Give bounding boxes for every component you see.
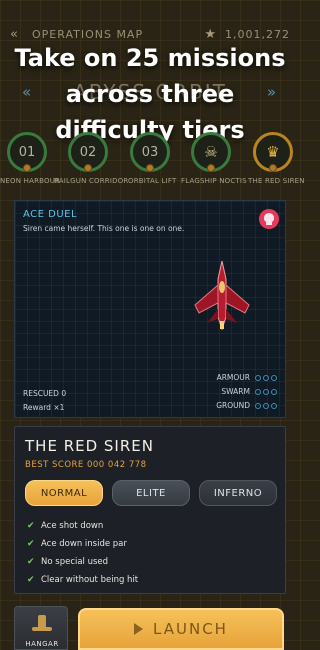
pip-icon [271,388,277,395]
objective-text: Ace down inside par [41,539,127,549]
boss-skull-icon [259,209,279,229]
threat-pips [255,402,277,409]
trophy-icon: ♛ [266,143,280,161]
check-icon: ✔ [27,521,35,531]
rescued-count: RESCUED 0 [23,389,67,398]
mission-preview-panel: ACE DUEL Siren came herself. This one is… [14,200,286,418]
promo-line-2: across three [65,80,235,108]
difficulty-normal-button[interactable]: NORMAL [25,480,103,506]
pip-icon [255,402,261,409]
mission-description: Siren came herself. This one is one on o… [23,224,185,233]
medal-icon [23,164,31,172]
objective-text: Ace shot down [41,521,104,531]
threat-pips [255,374,277,381]
threat-label: ARMOUR [216,373,250,382]
mission-label: NEON HARBOUR [0,177,61,185]
pip-icon [255,388,261,395]
promo-line-1: Take on 25 missions [14,44,286,72]
threat-label: GROUND [216,401,250,410]
enemy-ship-icon [194,260,250,331]
mission-number: 02 [79,144,97,160]
threat-armour: ARMOUR [217,373,277,382]
boss-title: THE RED SIREN [25,437,154,455]
joystick-icon [32,615,52,631]
mission-info-card: THE RED SIREN BEST SCORE 000 042 778 NOR… [14,426,286,594]
medal-icon [84,164,92,172]
pip-icon [271,402,277,409]
mission-name: ACE DUEL [23,209,78,220]
medal-icon [269,164,277,172]
difficulty-selector: NORMAL ELITE INFERNO [25,480,277,506]
pip-icon [263,374,269,381]
threat-pips [255,388,277,395]
skull-icon: ☠ [204,143,218,161]
play-icon [134,623,144,635]
difficulty-elite-button[interactable]: ELITE [112,480,190,506]
mission-label: ORBITAL LIFT [128,177,177,185]
map-title: OPERATIONS MAP [32,27,144,41]
pip-icon [271,374,277,381]
medal-icon [146,164,154,172]
total-score: 1,001,272 [225,27,290,41]
objective-list: ✔ Ace shot down ✔ Ace down inside par ✔ … [27,517,277,589]
best-score: BEST SCORE 000 042 778 [25,460,147,470]
pip-icon [263,402,269,409]
objective-item: ✔ Ace shot down [27,517,277,535]
medal-icon [207,164,215,172]
objective-text: Clear without being hit [41,575,139,585]
threat-label: SWARM [221,387,250,396]
launch-button[interactable]: LAUNCH [78,608,284,650]
hangar-label: HANGAR [25,640,59,648]
mission-label: FLAGSHIP NOCTIS [181,177,247,185]
hangar-button[interactable]: HANGAR [14,606,68,650]
reward-multiplier: Reward ×1 [23,403,65,412]
launch-label: LAUNCH [153,620,228,638]
check-icon: ✔ [27,539,35,549]
difficulty-inferno-button[interactable]: INFERNO [199,480,277,506]
mission-label: THE RED SIREN [248,177,305,185]
threat-swarm: SWARM [221,387,277,396]
pip-icon [255,374,261,381]
objective-item: ✔ No special used [27,553,277,571]
check-icon: ✔ [27,557,35,567]
objective-item: ✔ Ace down inside par [27,535,277,553]
check-icon: ✔ [27,575,35,585]
mission-number: 01 [18,144,36,160]
objective-text: No special used [41,557,109,567]
mission-track: 01 NEON HARBOUR 02 RAILGUN CORRIDOR 03 O… [0,132,305,192]
objective-item: ✔ Clear without being hit [27,571,277,589]
mission-label: RAILGUN CORRIDOR [54,177,129,185]
threat-ground: GROUND [216,401,277,410]
pip-icon [263,388,269,395]
mission-number: 03 [141,144,159,160]
